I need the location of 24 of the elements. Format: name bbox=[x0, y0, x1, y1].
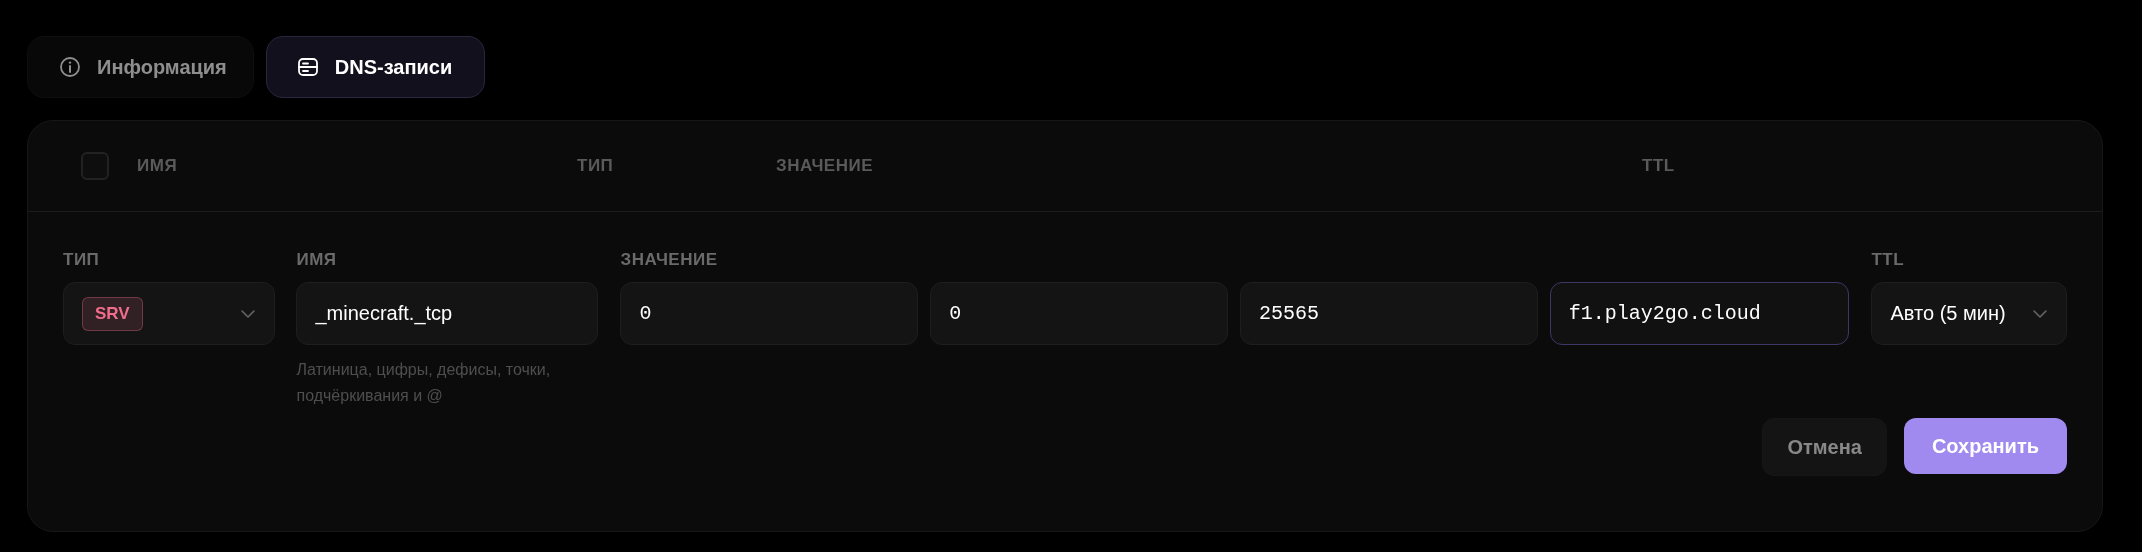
type-select[interactable]: SRV bbox=[63, 282, 276, 345]
field-label: ИМЯ bbox=[296, 250, 337, 269]
cancel-button[interactable]: Отмена bbox=[1762, 418, 1887, 476]
column-header: ТИП bbox=[577, 156, 614, 175]
ttl-select[interactable]: Авто (5 мин) bbox=[1871, 282, 2067, 345]
type-badge: SRV bbox=[82, 296, 143, 331]
chevron-down-icon bbox=[2032, 308, 2048, 319]
info-icon bbox=[59, 56, 81, 78]
list-card-icon bbox=[296, 56, 319, 78]
column-header: ИМЯ bbox=[137, 156, 178, 175]
column-header: ЗНАЧЕНИЕ bbox=[776, 156, 874, 175]
tab[interactable]: DNS-записи bbox=[265, 36, 486, 98]
field-label: ЗНАЧЕНИЕ bbox=[620, 250, 718, 269]
column-header: TTL bbox=[1642, 156, 1675, 175]
field-label: TTL bbox=[1871, 250, 1905, 269]
field-hint: Латиница, цифры, дефисы, точки, подчёркивания и @ bbox=[296, 360, 552, 406]
field-label: ТИП bbox=[63, 250, 100, 269]
value-input[interactable]: 25565 bbox=[1240, 282, 1538, 345]
chevron-down-icon bbox=[240, 308, 257, 319]
tab[interactable]: Информация bbox=[27, 36, 254, 98]
value-input[interactable]: 0 bbox=[930, 282, 1228, 345]
value-input[interactable]: f1.play2go.cloud bbox=[1549, 282, 1850, 345]
name-input[interactable]: _minecraft._tcp bbox=[296, 282, 599, 345]
value-input[interactable]: 0 bbox=[620, 282, 919, 345]
